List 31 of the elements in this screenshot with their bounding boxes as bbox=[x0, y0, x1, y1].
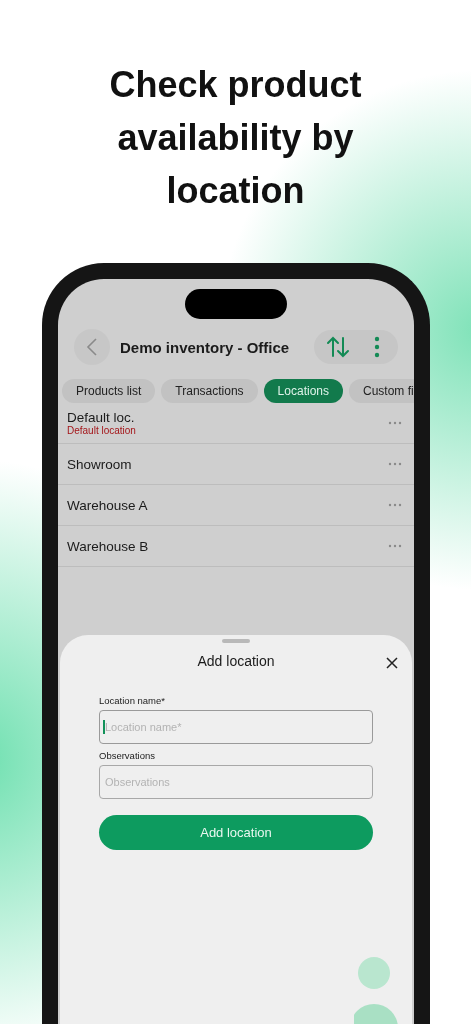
input-field[interactable]: Observations bbox=[99, 765, 373, 799]
back-icon bbox=[86, 338, 98, 356]
location-name: Default loc. bbox=[67, 410, 136, 425]
tab[interactable]: Products list bbox=[62, 379, 156, 403]
field-label: Location name* bbox=[99, 695, 167, 706]
tab[interactable]: Transactions bbox=[161, 379, 258, 403]
text-cursor bbox=[103, 720, 105, 734]
headline: Check product availability by location bbox=[108, 63, 363, 213]
field-label: Observations bbox=[99, 750, 156, 761]
more-icon[interactable] bbox=[374, 336, 380, 358]
location-row[interactable]: Showroom bbox=[58, 444, 414, 485]
sort-icon[interactable] bbox=[326, 336, 350, 358]
location-name: Warehouse B bbox=[67, 538, 149, 554]
location-note: Default location bbox=[67, 425, 136, 436]
location-row[interactable]: Warehouse B bbox=[58, 526, 414, 567]
more-icon[interactable] bbox=[388, 544, 402, 548]
more-icon[interactable] bbox=[388, 421, 402, 425]
location-row[interactable]: Warehouse A bbox=[58, 485, 414, 526]
location-row[interactable]: Default loc. Default location bbox=[58, 403, 414, 444]
more-icon[interactable] bbox=[388, 462, 402, 466]
location-name: Showroom bbox=[67, 456, 132, 472]
sheet-title: Add location bbox=[197, 653, 275, 669]
back-button[interactable] bbox=[74, 329, 110, 365]
drag-handle[interactable] bbox=[222, 639, 250, 643]
location-name: Warehouse A bbox=[67, 497, 148, 513]
input-field[interactable]: Location name* bbox=[99, 710, 373, 744]
more-icon[interactable] bbox=[388, 503, 402, 507]
tab[interactable]: Custom fi bbox=[349, 379, 414, 403]
tab[interactable]: Locations bbox=[263, 379, 343, 403]
close-icon[interactable] bbox=[386, 657, 398, 669]
screen-title: Demo inventory - Office bbox=[120, 338, 291, 356]
